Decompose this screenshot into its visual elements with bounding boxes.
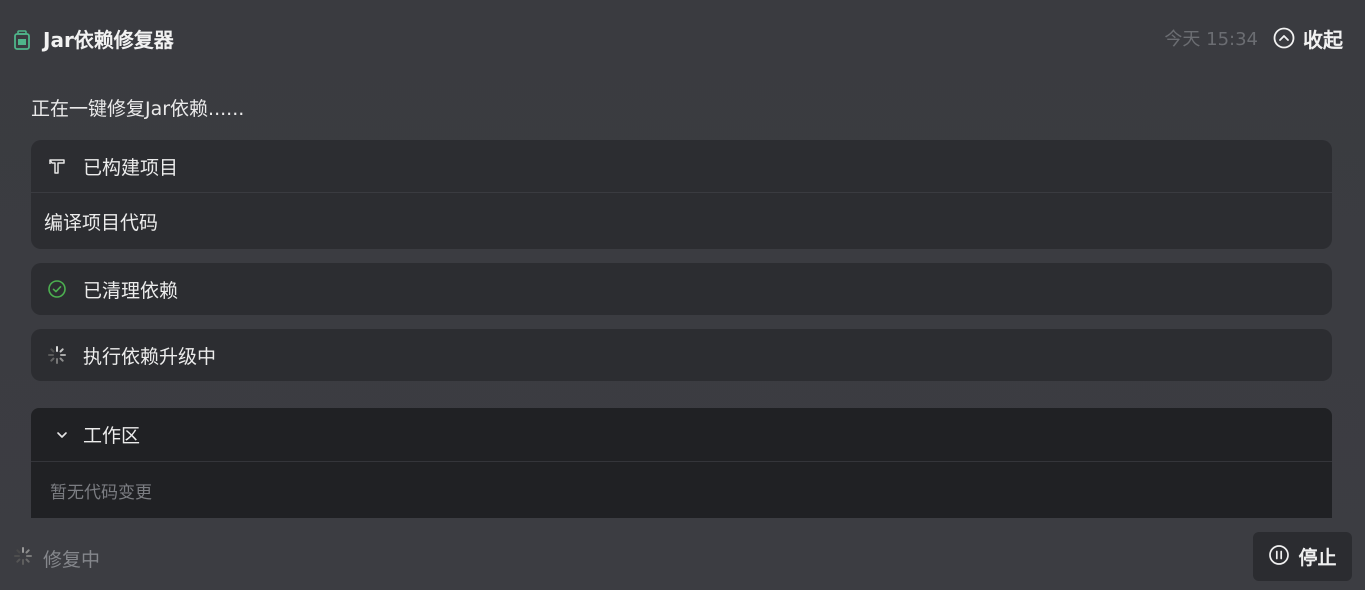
workspace-toggle[interactable]: 工作区: [31, 408, 1332, 461]
check-circle-icon: [47, 279, 67, 299]
spinner-icon: [47, 345, 67, 365]
status-line: 正在一键修复Jar依赖......: [31, 98, 245, 120]
step-card-clean: 已清理依赖: [31, 263, 1332, 315]
step-card-build: 已构建项目 编译项目代码: [31, 140, 1332, 249]
app-title: Jar依赖修复器: [43, 28, 174, 52]
timestamp: 今天 15:34: [1164, 29, 1258, 50]
footer-status: 修复中: [13, 545, 100, 572]
footer-status-label: 修复中: [43, 549, 101, 571]
step-row: 已构建项目: [31, 140, 1332, 192]
chevron-down-icon: [55, 428, 69, 442]
panel-header: Jar依赖修复器 今天 15:34 收起: [0, 0, 1365, 80]
stop-label: 停止: [1298, 547, 1337, 569]
hammer-icon: [47, 156, 67, 176]
step-label: 已清理依赖: [83, 279, 179, 302]
collapse-label: 收起: [1303, 28, 1343, 52]
jar-icon: [13, 30, 31, 50]
collapse-button[interactable]: 收起: [1273, 26, 1343, 54]
jar-repair-panel: Jar依赖修复器 今天 15:34 收起 正在一键修复Jar依赖...... 已…: [0, 0, 1365, 590]
spinner-icon: [13, 546, 33, 571]
chevron-up-circle-icon: [1273, 27, 1295, 53]
step-label: 执行依赖升级中: [83, 345, 217, 368]
step-detail: 编译项目代码: [44, 211, 159, 234]
step-row: 执行依赖升级中: [31, 329, 1332, 381]
workspace-section: 工作区 暂无代码变更: [31, 408, 1332, 518]
step-label: 已构建项目: [83, 156, 179, 179]
step-card-upgrade: 执行依赖升级中: [31, 329, 1332, 381]
stop-button[interactable]: 停止: [1253, 532, 1352, 581]
workspace-title: 工作区: [83, 425, 141, 447]
workspace-empty-text: 暂无代码变更: [50, 482, 152, 503]
pause-circle-icon: [1268, 544, 1290, 570]
step-row: 已清理依赖: [31, 263, 1332, 315]
